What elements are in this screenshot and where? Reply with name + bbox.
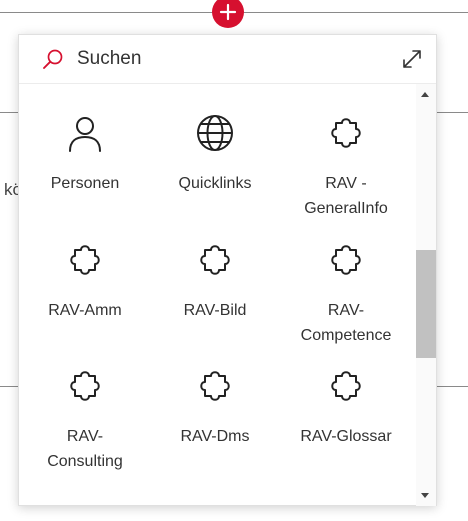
vertical-scrollbar[interactable]: [416, 84, 436, 506]
puzzle-icon: [200, 371, 230, 401]
app-tile-quicklinks[interactable]: Quicklinks: [150, 71, 280, 192]
app-tile-label: RAV-Glossar: [300, 428, 392, 445]
app-tile-label: RAV-Amm: [48, 302, 122, 319]
puzzle-icon: [331, 371, 361, 401]
app-tile-rav-amm[interactable]: RAV-Amm: [20, 198, 150, 319]
app-tile-rav-dms[interactable]: RAV-Dms: [150, 324, 280, 445]
plus-icon: [219, 3, 237, 21]
search-icon: [43, 49, 63, 69]
app-picker-panel: Suchen Personen Quicklinks RAV - General…: [18, 34, 437, 506]
app-tile-rav-generalinfo[interactable]: RAV - GeneralInfo: [281, 71, 411, 217]
puzzle-icon: [331, 118, 361, 148]
background-divider-middle: [0, 112, 18, 113]
app-tile-rav-competence[interactable]: RAV- Competence: [281, 198, 411, 344]
app-tile-rav-glossar[interactable]: RAV-Glossar: [281, 324, 411, 445]
app-tile-rav-consulting[interactable]: RAV- Consulting: [20, 324, 150, 470]
puzzle-icon: [331, 245, 361, 275]
globe-icon: [197, 115, 233, 151]
search-input[interactable]: Suchen: [77, 48, 141, 70]
app-tile-label: RAV- Consulting: [47, 428, 123, 470]
background-divider-middle-right: [437, 112, 468, 113]
app-tile-label: RAV-Dms: [180, 428, 250, 445]
app-tile-label: RAV-Bild: [183, 302, 247, 319]
puzzle-icon: [70, 371, 100, 401]
scrollbar-thumb[interactable]: [416, 250, 436, 358]
app-tile-label: Quicklinks: [178, 175, 252, 192]
app-tile-personen[interactable]: Personen: [20, 71, 150, 192]
puzzle-icon: [70, 245, 100, 275]
person-icon: [69, 117, 101, 152]
app-tile-rav-bild[interactable]: RAV-Bild: [150, 198, 280, 319]
app-tile-label: Personen: [50, 175, 120, 192]
expand-icon[interactable]: [400, 47, 424, 71]
scroll-up-arrow-icon[interactable]: [421, 92, 429, 97]
scroll-down-arrow-icon[interactable]: [421, 493, 429, 498]
background-divider-bottom: [0, 386, 18, 387]
background-divider-bottom-right: [437, 386, 468, 387]
puzzle-icon: [200, 245, 230, 275]
